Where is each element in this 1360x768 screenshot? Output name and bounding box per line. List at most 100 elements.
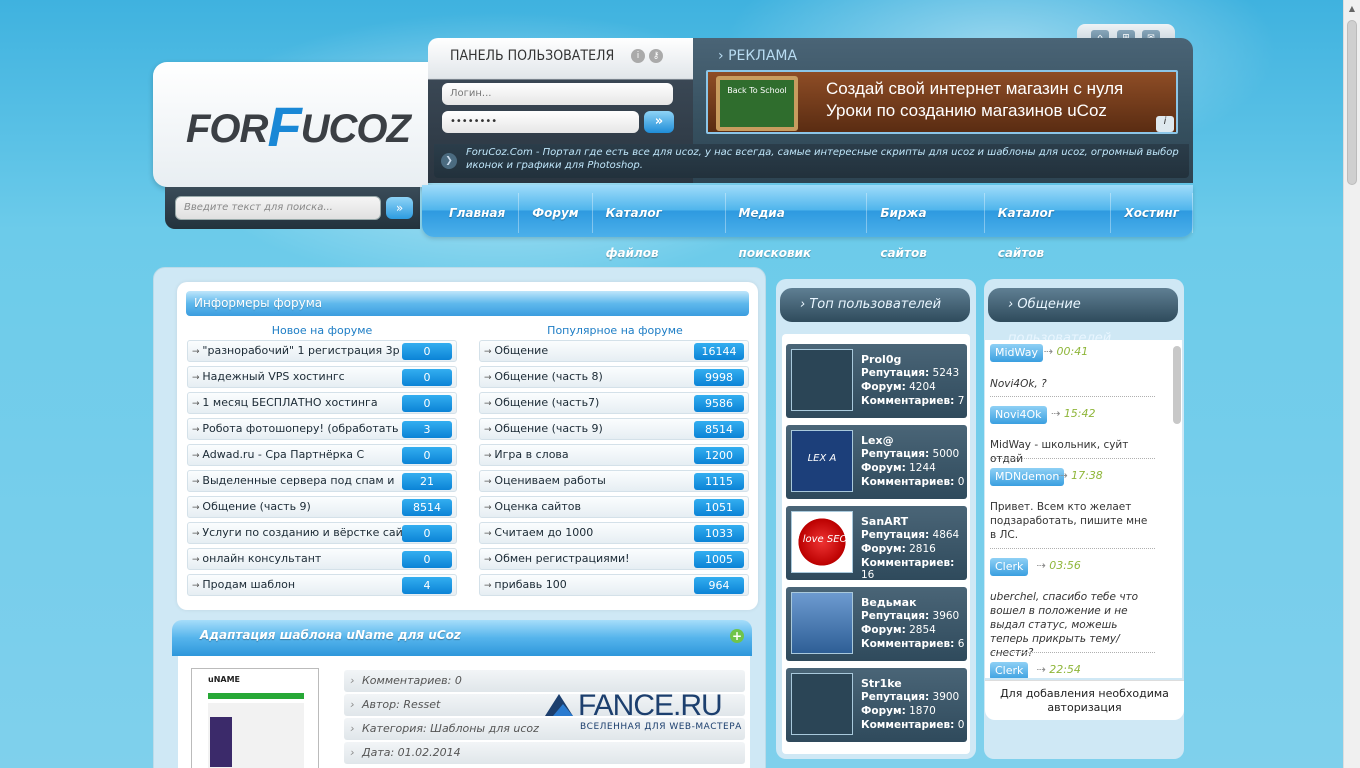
article-title[interactable]: Адаптация шаблона uName для uCoz: [172, 620, 752, 656]
nav-item[interactable]: Хостинг: [1111, 193, 1193, 233]
forum-topic-row[interactable]: → Общение (часть 9) 8514: [479, 418, 749, 440]
search-input[interactable]: Введите текст для поиска...: [175, 196, 381, 220]
arrow-icon: →: [192, 503, 203, 513]
top-user-card[interactable]: LEX A Lex@ Репутация: 5000 Форум: 1244 Комме…: [786, 425, 967, 499]
chat-nick[interactable]: MDNdemon: [990, 468, 1065, 486]
topic-title[interactable]: Услуги по созданию и вёрстке сайтов!: [202, 526, 426, 539]
forum-topic-row[interactable]: → Общение (часть 9) 8514: [187, 496, 457, 518]
forum-topic-row[interactable]: → Обмен регистрациями! 1005: [479, 548, 749, 570]
topic-count-badge: 0: [402, 551, 452, 568]
user-stat-forum: Форум: 1870: [861, 705, 936, 717]
topic-title[interactable]: прибавь 100: [494, 578, 566, 591]
user-name[interactable]: SanART: [861, 515, 908, 528]
topic-title[interactable]: Робота фотошоперу! (обработать: [202, 422, 398, 435]
topic-title[interactable]: Общение: [494, 344, 548, 357]
top-user-card[interactable]: I love SEO SanART Репутация: 4864 Форум: 28…: [786, 506, 967, 581]
main-nav: Главная Форум Каталог файлов Медиа поискови…: [422, 185, 1193, 260]
topic-title[interactable]: Игра в слова: [494, 448, 568, 461]
topic-title[interactable]: Общение (часть7): [494, 396, 599, 409]
forum-topic-row[interactable]: → прибавь 100 964: [479, 574, 749, 596]
topic-title[interactable]: Оценка сайтов: [494, 500, 581, 513]
topic-title[interactable]: Общение (часть 9): [202, 500, 310, 513]
login-button[interactable]: »: [644, 111, 674, 133]
top-user-card[interactable]: Prol0g Репутация: 5243 Форум: 4204 Коммента…: [786, 344, 967, 418]
arrow-icon: →: [192, 581, 203, 591]
ad-text[interactable]: Создай свой интернет магазин с нуля Уроки…: [826, 78, 1123, 122]
forum-topic-row[interactable]: → "разнорабочий" 1 регистрация 3р 0: [187, 340, 457, 362]
chat-messages[interactable]: MidWay ⇢ 00:41 Novi4Ok, ? Novi4Ok ⇢ 15:42 Mid…: [985, 340, 1182, 678]
forum-topic-row[interactable]: → Adwad.ru - Cpa Партнёрка С 0: [187, 444, 457, 466]
topic-title[interactable]: Выделенные сервера под спам и: [202, 474, 394, 487]
topic-title[interactable]: онлайн консультант: [202, 552, 321, 565]
avatar[interactable]: [791, 592, 853, 654]
article-thumbnail[interactable]: uNAME: [191, 668, 319, 768]
chat-nick[interactable]: MidWay: [990, 344, 1043, 362]
chat-nick[interactable]: Clerk: [990, 662, 1029, 678]
password-field[interactable]: ••••••••: [442, 111, 639, 133]
arrow-icon: →: [192, 477, 203, 487]
topic-title[interactable]: Общение (часть 9): [494, 422, 602, 435]
top-user-card[interactable]: Ведьмак Репутация: 3960 Форум: 2854 Коммент…: [786, 587, 967, 661]
avatar-text: I love SEO: [796, 534, 848, 545]
nav-item[interactable]: Биржа сайтов: [867, 193, 985, 260]
arrow-icon: →: [192, 425, 203, 435]
topic-title[interactable]: Обмен регистрациями!: [494, 552, 629, 565]
forum-topic-row[interactable]: → Общение 16144: [479, 340, 749, 362]
chat-time: ⇢ 00:41: [1043, 345, 1089, 358]
avatar[interactable]: [791, 349, 853, 411]
ad-info-icon[interactable]: i: [1156, 116, 1174, 132]
chat-nick[interactable]: Clerk: [990, 558, 1029, 576]
user-name[interactable]: Ведьмак: [861, 596, 917, 609]
arrow-icon: →: [192, 373, 203, 383]
avatar[interactable]: I love SEO: [791, 511, 853, 573]
scroll-up-icon[interactable]: ▲: [1344, 0, 1360, 17]
forum-topic-row[interactable]: → Услуги по созданию и вёрстке сайтов! 0: [187, 522, 457, 544]
forum-topic-row[interactable]: → Оцениваем работы 1115: [479, 470, 749, 492]
user-name[interactable]: Str1ke: [861, 677, 902, 690]
chat-scrollbar[interactable]: [1173, 346, 1181, 424]
avatar-text: LEX A: [807, 453, 837, 464]
topic-title[interactable]: Считаем до 1000: [494, 526, 593, 539]
chat-nick[interactable]: Novi4Ok: [990, 406, 1047, 424]
key-icon[interactable]: ⚷: [649, 49, 663, 63]
topic-title[interactable]: Оцениваем работы: [494, 474, 605, 487]
topic-count-badge: 1051: [694, 499, 744, 516]
avatar[interactable]: [791, 673, 853, 735]
user-name[interactable]: Lex@: [861, 434, 894, 447]
user-icon[interactable]: i: [631, 49, 645, 63]
forum-topic-row[interactable]: → Робота фотошоперу! (обработать 3: [187, 418, 457, 440]
nav-item[interactable]: Каталог файлов: [593, 193, 726, 260]
forum-topic-row[interactable]: → Оценка сайтов 1051: [479, 496, 749, 518]
topic-title[interactable]: Adwad.ru - Cpa Партнёрка С: [202, 448, 364, 461]
nav-item[interactable]: Главная: [436, 193, 520, 233]
search-button[interactable]: »: [386, 197, 413, 219]
topic-title[interactable]: "разнорабочий" 1 регистрация 3р: [202, 344, 399, 357]
arrow-icon: →: [484, 477, 495, 487]
forum-topic-row[interactable]: → Продам шаблон 4: [187, 574, 457, 596]
site-logo[interactable]: FORFUCOZ: [186, 90, 411, 158]
nav-item[interactable]: Форум: [519, 193, 593, 233]
forum-topic-row[interactable]: → онлайн консультант 0: [187, 548, 457, 570]
page-scrollbar[interactable]: ▲: [1343, 0, 1360, 768]
topic-title[interactable]: Общение (часть 8): [494, 370, 602, 383]
avatar[interactable]: LEX A: [791, 430, 853, 492]
user-stat-rep: Репутация: 3960: [861, 610, 960, 622]
nav-item[interactable]: Медиа поисковик: [726, 193, 868, 260]
expand-plus-icon[interactable]: +: [730, 629, 744, 643]
topic-title[interactable]: Надежный VPS хостингс: [202, 370, 344, 383]
top-user-card[interactable]: Str1ke Репутация: 3900 Форум: 1870 Коммента…: [786, 668, 967, 742]
forum-topic-row[interactable]: → Общение (часть7) 9586: [479, 392, 749, 414]
forum-topic-row[interactable]: → Надежный VPS хостингс 0: [187, 366, 457, 388]
nav-item[interactable]: Каталог сайтов: [985, 193, 1112, 260]
forum-topic-row[interactable]: → 1 месяц БЕСПЛАТНО хостинга 0: [187, 392, 457, 414]
login-field[interactable]: Логин...: [442, 83, 673, 105]
forum-topic-row[interactable]: → Общение (часть 8) 9998: [479, 366, 749, 388]
topic-title[interactable]: Продам шаблон: [202, 578, 295, 591]
scroll-thumb[interactable]: [1347, 20, 1357, 185]
forum-topic-row[interactable]: → Считаем до 1000 1033: [479, 522, 749, 544]
topic-title[interactable]: 1 месяц БЕСПЛАТНО хостинга: [202, 396, 377, 409]
topic-count-badge: 3: [402, 421, 452, 438]
forum-topic-row[interactable]: → Игра в слова 1200: [479, 444, 749, 466]
forum-topic-row[interactable]: → Выделенные сервера под спам и 21: [187, 470, 457, 492]
user-name[interactable]: Prol0g: [861, 353, 901, 366]
